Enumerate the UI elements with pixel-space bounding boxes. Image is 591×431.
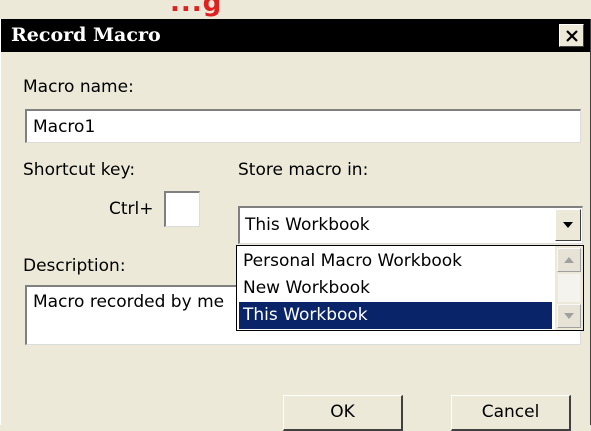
scroll-up-icon [564,257,574,263]
macro-name-label: Macro name: [23,77,134,97]
background-text-fragment: ...g [170,0,223,18]
dropdown-option[interactable]: Personal Macro Workbook [239,248,552,275]
store-macro-in-selected-value: This Workbook [245,215,370,235]
scroll-up-button[interactable] [557,248,581,272]
shortcut-key-label: Shortcut key: [23,160,136,180]
record-macro-dialog: Record Macro Macro name: Shortcut key: C… [0,19,591,431]
dropdown-option[interactable]: New Workbook [239,275,552,302]
store-macro-in-dropdown-list: Personal Macro Workbook New Workbook Thi… [236,245,584,331]
dialog-title: Record Macro [11,24,161,46]
dropdown-scrollbar[interactable] [555,246,583,330]
shortcut-key-input[interactable] [164,191,200,227]
dropdown-option-selected[interactable]: This Workbook [239,302,552,329]
scroll-down-button[interactable] [557,304,581,328]
close-button[interactable] [559,24,584,47]
ctrl-prefix-label: Ctrl+ [109,199,154,219]
store-macro-in-select[interactable]: This Workbook [238,206,583,244]
background-strip: ...g [0,0,591,20]
scroll-track[interactable] [558,274,580,302]
macro-name-input[interactable] [25,109,581,143]
scroll-down-icon [564,313,574,319]
description-label: Description: [23,256,126,276]
chevron-down-icon [563,222,573,228]
ok-button[interactable]: OK [283,395,403,431]
store-macro-in-label: Store macro in: [238,160,369,180]
cancel-button[interactable]: Cancel [451,395,571,431]
close-icon [566,30,578,42]
dialog-titlebar[interactable]: Record Macro [1,19,590,52]
dropdown-arrow-button[interactable] [555,209,581,241]
